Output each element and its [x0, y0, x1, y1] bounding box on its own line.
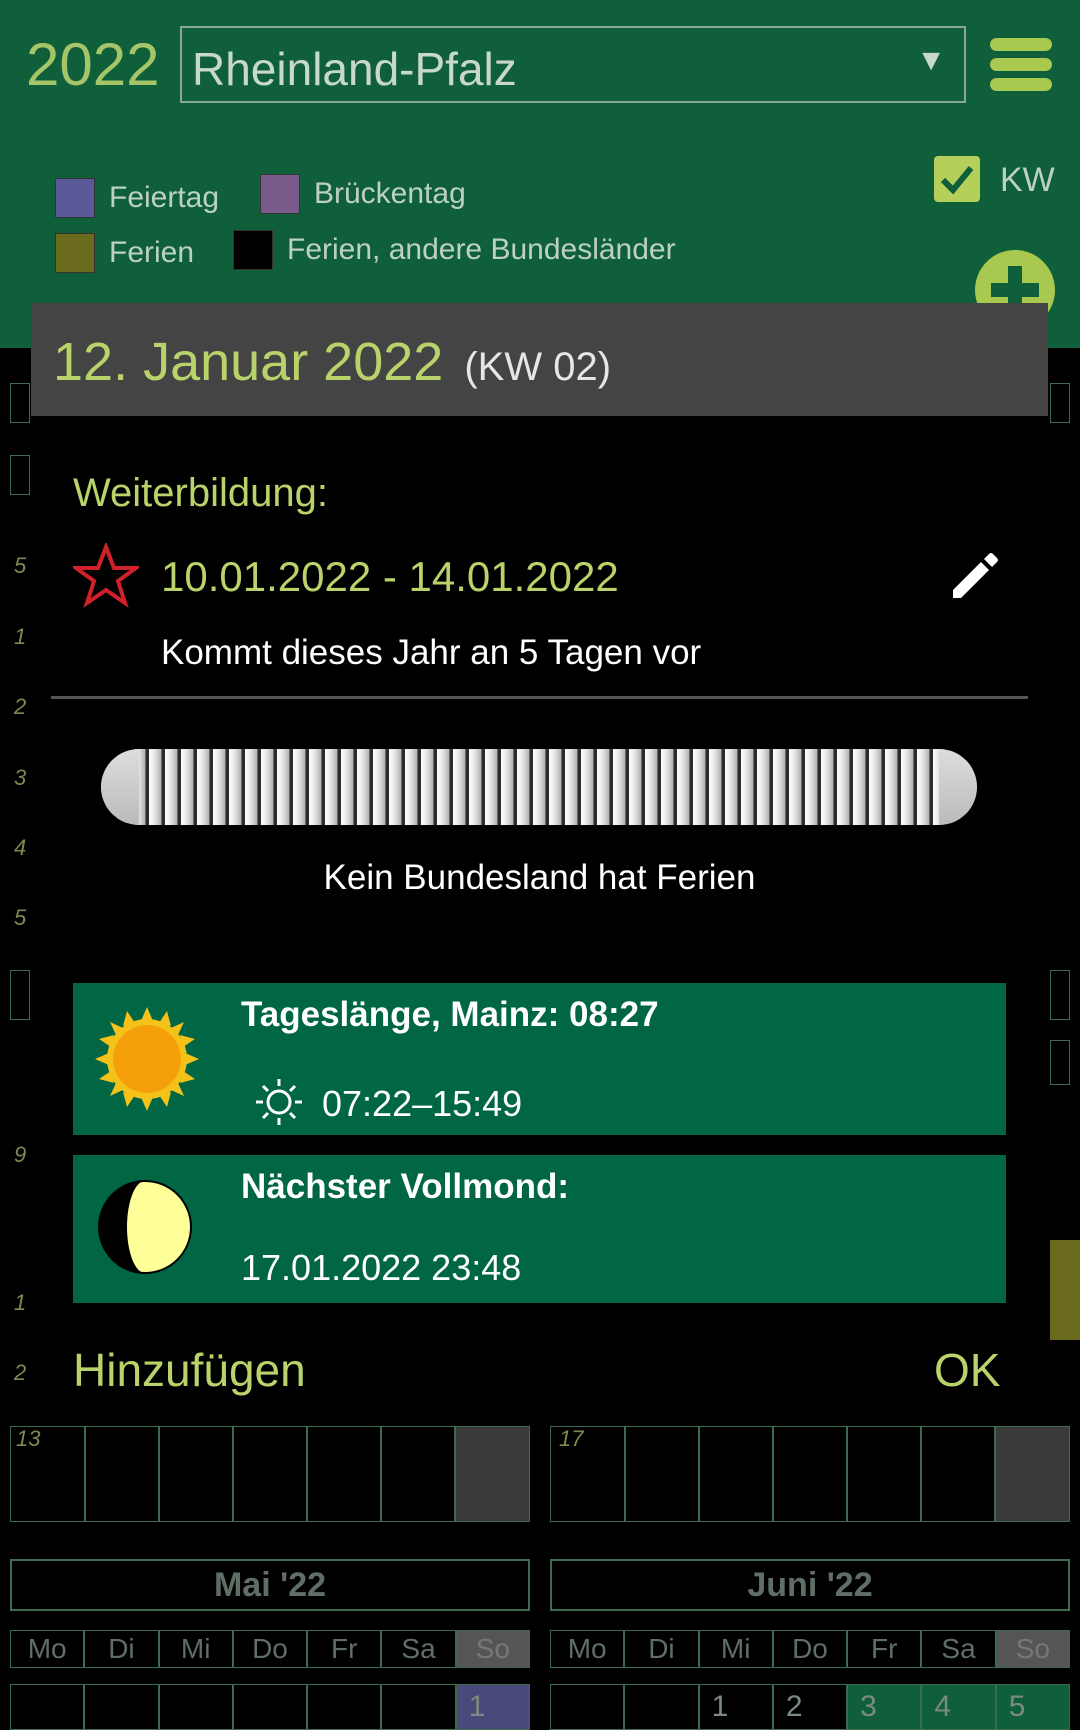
- moon-phase-icon: [98, 1180, 192, 1274]
- week-number: 2: [14, 694, 27, 719]
- day-detail-dialog: 12. Januar 2022 (KW 02) Weiterbildung: 1…: [31, 303, 1048, 1426]
- day-cell[interactable]: [307, 1684, 382, 1730]
- calendar-fragment: [10, 455, 30, 495]
- month-title-may[interactable]: Mai '22: [10, 1559, 530, 1611]
- day-cell[interactable]: [10, 1684, 85, 1730]
- day-cell[interactable]: [232, 1684, 308, 1730]
- weekday-label: Fr: [307, 1630, 382, 1668]
- day-cell-vacation[interactable]: 3: [847, 1684, 922, 1730]
- state-dropdown[interactable]: Rheinland-Pfalz ▼: [180, 26, 966, 103]
- legend-ferien: Ferien: [55, 233, 194, 273]
- day-cell[interactable]: [381, 1684, 456, 1730]
- calendar-fragment: [1050, 1040, 1070, 1085]
- legend-swatch: [260, 174, 300, 214]
- weekday-label: Mi: [698, 1630, 773, 1668]
- weekday-label: Mo: [550, 1630, 625, 1668]
- week-number: 5: [14, 553, 27, 578]
- weekday-label: Mo: [10, 1630, 85, 1668]
- event-date-range[interactable]: 10.01.2022 - 14.01.2022: [161, 553, 619, 601]
- event-occurrence-text: Kommt dieses Jahr an 5 Tagen vor: [161, 633, 702, 672]
- legend-swatch: [55, 233, 95, 273]
- legend-feiertag: Feiertag: [55, 178, 219, 218]
- dialog-header: 12. Januar 2022 (KW 02): [31, 303, 1048, 416]
- week-number: 4: [14, 835, 27, 860]
- legend-ferien-andere: Ferien, andere Bundesländer: [233, 230, 676, 270]
- day-cell-vacation[interactable]: 4: [921, 1684, 996, 1730]
- week-number: 1: [14, 624, 27, 649]
- day-cell-vacation[interactable]: 5: [995, 1684, 1070, 1730]
- weekday-label: Di: [84, 1630, 159, 1668]
- weekday-label: Sa: [921, 1630, 996, 1668]
- calendar-fragment: [10, 970, 30, 1020]
- states-holiday-bar[interactable]: [101, 749, 977, 825]
- ok-button[interactable]: OK: [934, 1343, 1000, 1397]
- weekday-label: Do: [232, 1630, 308, 1668]
- day-cell-holiday[interactable]: 1: [455, 1684, 530, 1730]
- year-label[interactable]: 2022: [26, 30, 159, 99]
- state-dropdown-value: Rheinland-Pfalz: [192, 43, 517, 95]
- sunrise-sunset-icon: [256, 1079, 302, 1125]
- legend-swatch: [55, 178, 95, 218]
- kw-checkbox[interactable]: [934, 156, 980, 202]
- full-moon-title: Nächster Vollmond:: [241, 1167, 570, 1206]
- legend-label: Brückentag: [314, 177, 466, 210]
- full-moon-datetime: 17.01.2022 23:48: [241, 1247, 522, 1288]
- week-number: 3: [14, 765, 27, 790]
- calendar-fragment: [1050, 970, 1070, 1020]
- weekday-header-june: Mo Di Mi Do Fr Sa So: [550, 1630, 1070, 1668]
- legend-brueckentag: Brückentag: [260, 174, 466, 214]
- weekday-label: So: [455, 1630, 530, 1668]
- weekday-label: So: [995, 1630, 1070, 1668]
- add-button[interactable]: Hinzufügen: [73, 1343, 306, 1397]
- week-number: 1: [14, 1290, 27, 1315]
- day-cell[interactable]: [158, 1684, 233, 1730]
- selected-date: 12. Januar 2022: [53, 332, 444, 392]
- legend-label: Feiertag: [109, 181, 220, 214]
- calendar-fragment: [10, 383, 30, 423]
- day-cell[interactable]: [550, 1684, 625, 1730]
- calendar-fragment: [1050, 383, 1070, 423]
- legend-label: Ferien, andere Bundesländer: [287, 233, 676, 266]
- event-heading: Weiterbildung:: [73, 471, 328, 515]
- weekday-label: Do: [772, 1630, 848, 1668]
- day-length-card: Tageslänge, Mainz: 08:27 07:22–15:49: [73, 983, 1006, 1135]
- calendar-week-row: [550, 1426, 1070, 1522]
- legend-label: Ferien: [109, 236, 195, 269]
- week-number: 9: [14, 1142, 27, 1167]
- sunrise-sunset-times: 07:22–15:49: [322, 1083, 523, 1124]
- full-moon-card: Nächster Vollmond: 17.01.2022 23:48: [73, 1155, 1006, 1303]
- day-cell[interactable]: 2: [772, 1684, 848, 1730]
- sun-icon: [95, 1007, 199, 1111]
- day-length-title: Tageslänge, Mainz: 08:27: [241, 995, 659, 1034]
- calendar-week-row: 1 2 3 4 5: [550, 1684, 1070, 1730]
- calendar-week-row: [10, 1426, 530, 1522]
- legend-swatch: [233, 230, 273, 270]
- day-cell[interactable]: [624, 1684, 699, 1730]
- weekday-label: Fr: [847, 1630, 922, 1668]
- star-icon: [73, 543, 139, 608]
- kw-label[interactable]: KW: [1000, 161, 1055, 200]
- menu-button[interactable]: [990, 38, 1054, 94]
- calendar-week-row: 1: [10, 1684, 530, 1730]
- calendar-fragment: [1050, 1240, 1080, 1340]
- weekday-label: Di: [624, 1630, 699, 1668]
- day-cell[interactable]: [84, 1684, 159, 1730]
- weekday-header-may: Mo Di Mi Do Fr Sa So: [10, 1630, 530, 1668]
- dialog-title: 12. Januar 2022 (KW 02): [53, 331, 611, 393]
- week-number: 2: [14, 1360, 27, 1385]
- top-bar: 2022 Rheinland-Pfalz ▼ Feiertag Brückent…: [0, 0, 1080, 348]
- calendar-week: (KW 02): [464, 345, 612, 389]
- states-holiday-status: Kein Bundesland hat Ferien: [323, 858, 756, 897]
- checkmark-icon: [940, 166, 974, 195]
- month-title-june[interactable]: Juni '22: [550, 1559, 1070, 1611]
- day-cell[interactable]: 1: [698, 1684, 773, 1730]
- hamburger-icon: [990, 38, 1052, 51]
- edit-pencil-icon[interactable]: [945, 546, 1005, 606]
- week-number: 5: [14, 905, 27, 930]
- weekday-label: Mi: [158, 1630, 233, 1668]
- divider: [51, 696, 1028, 699]
- weekday-label: Sa: [381, 1630, 456, 1668]
- chevron-down-icon: ▼: [916, 44, 946, 77]
